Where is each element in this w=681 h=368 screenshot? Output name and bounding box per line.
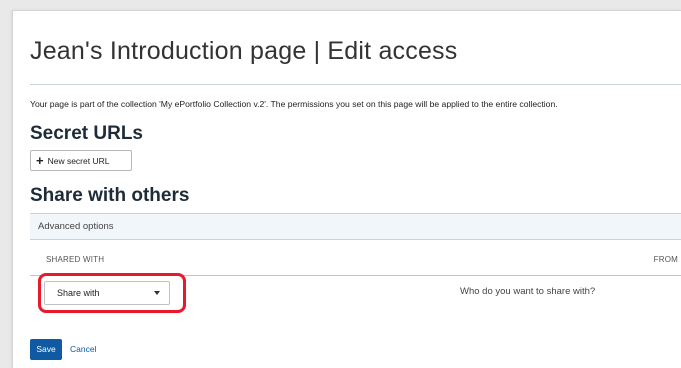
share-helper-text: Who do you want to share with? bbox=[460, 286, 596, 297]
advanced-options-label: Advanced options bbox=[38, 221, 114, 232]
column-header-from: FROM bbox=[653, 255, 678, 264]
save-button[interactable]: Save bbox=[30, 339, 62, 360]
cancel-button[interactable]: Cancel bbox=[70, 339, 96, 360]
share-with-select-value: Share with bbox=[57, 288, 100, 298]
column-header-shared-with: SHARED WITH bbox=[46, 255, 105, 264]
share-with-others-heading: Share with others bbox=[30, 185, 190, 206]
caret-down-icon bbox=[154, 291, 160, 295]
advanced-options-toggle[interactable]: Advanced options bbox=[30, 213, 681, 240]
edit-access-page: Jean's Introduction page | Edit access Y… bbox=[12, 10, 681, 368]
secret-urls-heading: Secret URLs bbox=[30, 123, 143, 144]
new-secret-url-label: New secret URL bbox=[47, 155, 110, 166]
page-title: Jean's Introduction page | Edit access bbox=[30, 37, 458, 65]
collection-notice: Your page is part of the collection 'My … bbox=[30, 99, 558, 109]
plus-icon: + bbox=[36, 153, 44, 168]
share-with-select[interactable]: Share with bbox=[44, 281, 170, 305]
new-secret-url-button[interactable]: + New secret URL bbox=[30, 150, 132, 171]
title-divider bbox=[30, 84, 681, 85]
